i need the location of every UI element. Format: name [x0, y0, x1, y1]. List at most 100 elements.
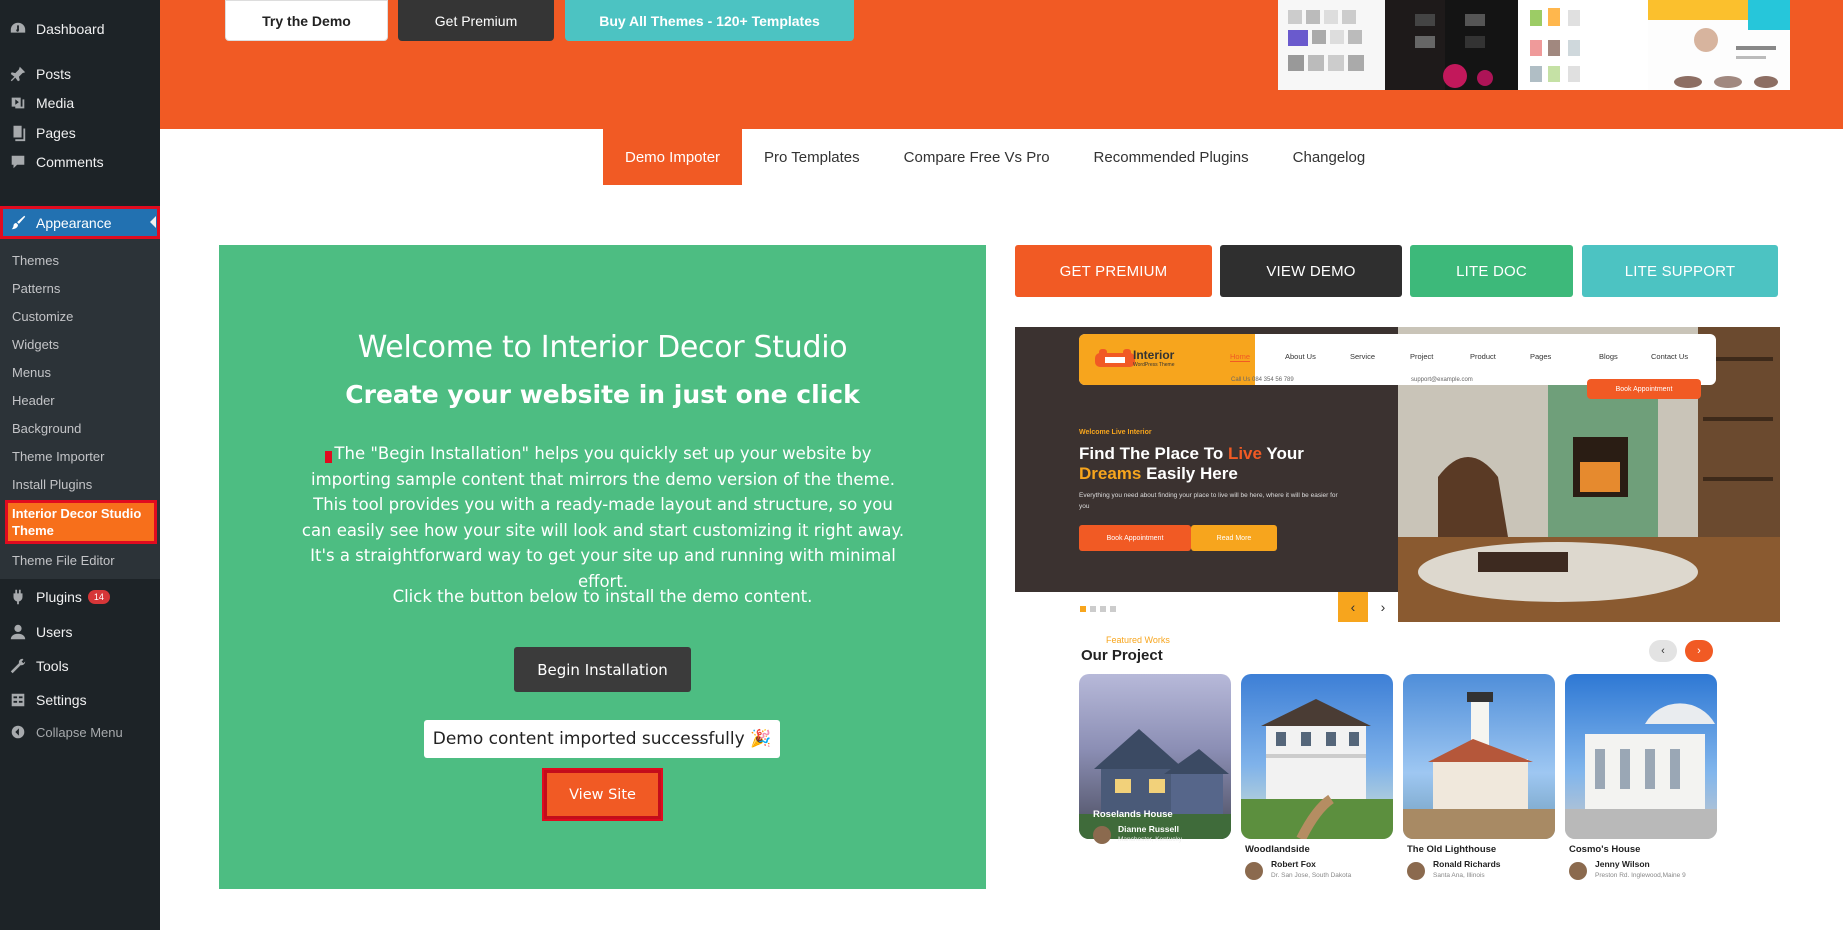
preview-slider-dots — [1080, 606, 1116, 612]
sidebar-item-label: Comments — [36, 154, 104, 170]
preview-nav-pages: Pages — [1530, 352, 1552, 361]
tab-compare-free-vs-pro[interactable]: Compare Free Vs Pro — [882, 129, 1072, 185]
users-icon — [0, 623, 36, 641]
theme-screenshot-4 — [1648, 0, 1790, 90]
tab-recommended-plugins[interactable]: Recommended Plugins — [1072, 129, 1271, 185]
preview-nav-project: Project — [1410, 352, 1434, 361]
paintbrush-icon — [0, 214, 36, 232]
submenu-header[interactable]: Header — [12, 393, 55, 408]
card-title: Woodlandside — [1245, 844, 1310, 855]
card-location: Dr. San Jose, South Dakota — [1271, 872, 1352, 879]
submenu-patterns[interactable]: Patterns — [12, 281, 60, 296]
appearance-submenu: Themes Patterns Customize Widgets Menus … — [0, 239, 160, 579]
preview-logo-text: Interior — [1133, 348, 1175, 362]
current-menu-arrow — [150, 216, 156, 228]
preview-slider-prev-icon: ‹ — [1338, 592, 1368, 622]
preview-nav-service: Service — [1350, 352, 1376, 361]
preview-nav-blogs: Blogs — [1599, 352, 1618, 361]
admin-sidebar: Dashboard Posts Media Pages Comments App… — [0, 0, 160, 930]
welcome-subtitle: Create your website in just one click — [345, 380, 860, 409]
submenu-install-plugins[interactable]: Install Plugins — [12, 477, 92, 492]
preview-nav-about: About Us — [1285, 352, 1316, 361]
tab-changelog[interactable]: Changelog — [1271, 129, 1388, 185]
preview-headline: Find The Place To Live Your Dreams Easil… — [1079, 444, 1304, 483]
sidebar-item-tools[interactable]: Tools — [0, 651, 160, 681]
sidebar-item-label: Appearance — [36, 214, 112, 231]
card-avatar — [1569, 862, 1587, 880]
sidebar-item-label: Users — [36, 624, 73, 640]
collapse-icon — [0, 723, 36, 741]
sidebar-item-pages[interactable]: Pages — [0, 118, 160, 148]
plugin-icon — [0, 588, 36, 606]
preview-nav-product: Product — [1470, 352, 1496, 361]
sidebar-item-label: Plugins — [36, 589, 82, 605]
card-location: Santa Ana, Illinois — [1433, 872, 1485, 879]
tab-demo-importer[interactable]: Demo Impoter — [603, 129, 743, 185]
sidebar-item-users[interactable]: Users — [0, 617, 160, 647]
sidebar-item-plugins[interactable]: Plugins 14 — [0, 582, 160, 612]
preview-logo-subtext: WordPress Theme — [1133, 362, 1175, 368]
welcome-title: Welcome to Interior Decor Studio — [357, 330, 848, 365]
collapse-menu-button[interactable]: Collapse Menu — [0, 717, 160, 747]
collapse-menu-label: Collapse Menu — [36, 724, 123, 740]
card-title: The Old Lighthouse — [1407, 844, 1497, 855]
card-avatar — [1407, 862, 1425, 880]
tab-pro-templates[interactable]: Pro Templates — [742, 129, 882, 185]
pin-icon — [0, 65, 36, 83]
demo-importer-panel: Welcome to Interior Decor Studio Create … — [219, 245, 986, 889]
sidebar-item-media[interactable]: Media — [0, 88, 160, 118]
submenu-theme-importer[interactable]: Theme Importer — [12, 449, 104, 464]
submenu-theme-file-editor[interactable]: Theme File Editor — [12, 553, 115, 568]
card-location: Manchester, Kentucky — [1118, 836, 1182, 843]
submenu-customize[interactable]: Customize — [12, 309, 73, 324]
submenu-themes[interactable]: Themes — [12, 253, 59, 268]
preview-email: support@example.com — [1411, 377, 1473, 383]
sidebar-item-label: Dashboard — [36, 21, 105, 37]
text-cursor-marker — [325, 451, 332, 463]
plugins-update-badge: 14 — [87, 590, 110, 604]
card-avatar — [1245, 862, 1263, 880]
view-site-button[interactable]: View Site — [542, 768, 663, 821]
submenu-menus[interactable]: Menus — [12, 365, 51, 380]
submenu-interior-decor-studio-theme[interactable]: Interior Decor Studio Theme — [5, 500, 157, 544]
sidebar-item-label: Media — [36, 95, 75, 111]
view-demo-button[interactable]: VIEW DEMO — [1220, 245, 1402, 297]
sidebar-item-settings[interactable]: Settings — [0, 685, 160, 715]
settings-icon — [0, 691, 36, 709]
sidebar-item-label: Posts — [36, 66, 72, 82]
lite-doc-button[interactable]: LITE DOC — [1410, 245, 1573, 297]
sidebar-item-comments[interactable]: Comments — [0, 147, 160, 177]
preview-book-appointment-button: Book Appointment — [1079, 525, 1191, 551]
card-person: Robert Fox — [1271, 859, 1316, 869]
theme-screenshot-3 — [1518, 0, 1648, 90]
sidebar-item-dashboard[interactable]: Dashboard — [0, 14, 160, 44]
preview-slider-next-icon: › — [1368, 592, 1398, 622]
preview-featured-label: Featured Works — [1106, 635, 1170, 645]
preview-nav-home: Home — [1230, 352, 1251, 362]
get-premium-button[interactable]: Get Premium — [398, 0, 554, 41]
theme-page-tabs: Demo Impoter Pro Templates Compare Free … — [603, 129, 1387, 185]
theme-hero-banner: Try the Demo Get Premium Buy All Themes … — [160, 0, 1843, 129]
sidebar-item-label: Settings — [36, 692, 87, 708]
try-demo-button[interactable]: Try the Demo — [225, 0, 388, 41]
card-person: Ronald Richards — [1433, 859, 1501, 869]
submenu-background[interactable]: Background — [12, 421, 81, 436]
get-premium-action-button[interactable]: GET PREMIUM — [1015, 245, 1212, 297]
card-title: Roselands House — [1093, 809, 1173, 820]
install-instruction: Click the button below to install the de… — [392, 587, 813, 606]
lite-support-button[interactable]: LITE SUPPORT — [1582, 245, 1778, 297]
sidebar-item-label: Pages — [36, 125, 76, 141]
dashboard-icon — [0, 20, 36, 38]
media-icon — [0, 94, 36, 112]
sidebar-item-posts[interactable]: Posts — [0, 59, 160, 89]
card-person: Jenny Wilson — [1595, 859, 1650, 869]
preview-project-card — [1565, 674, 1717, 839]
preview-our-project-title: Our Project — [1081, 647, 1163, 664]
preview-phone: Call Us 084 354 56 789 — [1231, 377, 1294, 383]
preview-nav-contact: Contact Us — [1651, 352, 1689, 361]
preview-project-prev-icon: ‹ — [1649, 640, 1677, 662]
sidebar-item-appearance[interactable]: Appearance — [0, 206, 160, 239]
submenu-widgets[interactable]: Widgets — [12, 337, 59, 352]
buy-all-themes-button[interactable]: Buy All Themes - 120+ Templates — [565, 0, 854, 41]
begin-installation-button[interactable]: Begin Installation — [514, 647, 691, 692]
